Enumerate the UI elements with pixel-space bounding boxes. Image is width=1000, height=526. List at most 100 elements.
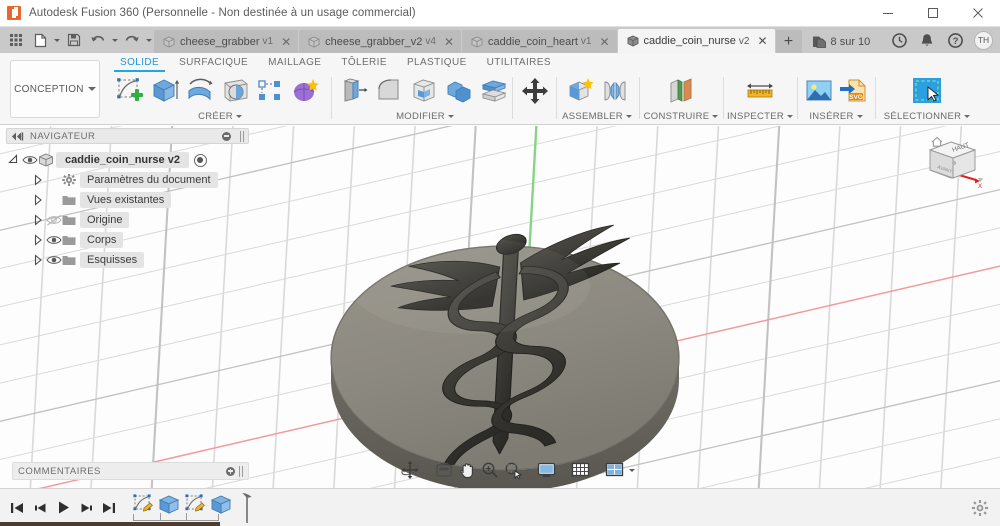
- ribbon-group-label-selectionner[interactable]: SÉLECTIONNER: [876, 110, 978, 123]
- panel-resize-grip[interactable]: [239, 465, 243, 477]
- ribbon-group-label-assembler[interactable]: ASSEMBLER: [557, 110, 637, 123]
- close-tab-icon[interactable]: ✕: [599, 36, 609, 48]
- ribbon-group-label-inspecter[interactable]: INSPECTER: [724, 110, 796, 123]
- job-status-clock-icon[interactable]: [886, 28, 912, 52]
- ribbon-tab-tolerie[interactable]: TÔLERIE: [331, 53, 397, 72]
- ribbon-group-label-inserer[interactable]: INSÉRER: [798, 110, 874, 123]
- ribbon-tab-utilitaires[interactable]: UTILITAIRES: [477, 53, 561, 72]
- browser-item-bodies[interactable]: Corps: [6, 230, 249, 250]
- help-question-icon[interactable]: ?: [942, 28, 968, 52]
- viewports-caret-icon[interactable]: [627, 459, 636, 481]
- file-icon[interactable]: [28, 28, 52, 52]
- offset-face-icon[interactable]: [477, 74, 511, 108]
- collapsed-arrow-icon[interactable]: [32, 174, 44, 186]
- press-pull-icon[interactable]: [337, 74, 371, 108]
- ribbon-group-label-creer[interactable]: CRÉER: [108, 110, 332, 123]
- document-tab-1[interactable]: cheese_grabber_v2 v4 ✕: [299, 30, 462, 53]
- undo-icon[interactable]: [86, 28, 110, 52]
- sphere-icon[interactable]: [218, 74, 252, 108]
- skip-end-icon[interactable]: [102, 500, 116, 516]
- minimize-panel-icon[interactable]: [222, 131, 231, 141]
- create-sketch-icon[interactable]: [113, 74, 147, 108]
- home-icon[interactable]: [931, 136, 943, 147]
- redo-caret-icon[interactable]: [144, 28, 154, 52]
- grid-caret-icon[interactable]: [593, 459, 602, 481]
- save-icon[interactable]: [62, 28, 86, 52]
- collapsed-arrow-icon[interactable]: [32, 194, 44, 206]
- look-at-icon[interactable]: [433, 459, 455, 481]
- pan-hand-icon[interactable]: [456, 459, 478, 481]
- timeline-settings-gear-icon[interactable]: [972, 499, 988, 516]
- joint-icon[interactable]: [598, 74, 632, 108]
- eye-visible-icon[interactable]: [46, 253, 62, 267]
- workspace-selector[interactable]: CONCEPTION: [10, 60, 100, 118]
- close-tab-icon[interactable]: ✕: [444, 36, 454, 48]
- close-icon[interactable]: [955, 0, 1000, 27]
- zoom-icon[interactable]: [479, 459, 501, 481]
- viewports-icon[interactable]: [603, 459, 626, 481]
- timeline-feature-sketch-1[interactable]: [131, 493, 155, 515]
- shell-icon[interactable]: [407, 74, 441, 108]
- zoom-fit-icon[interactable]: [502, 459, 524, 481]
- eye-visible-icon[interactable]: [22, 153, 38, 167]
- timeline-feature-sketch-2[interactable]: [183, 493, 207, 515]
- form-create-icon[interactable]: [288, 74, 322, 108]
- undo-caret-icon[interactable]: [110, 28, 120, 52]
- document-tab-0[interactable]: cheese_grabber v1 ✕: [154, 30, 299, 53]
- collapse-left-icon[interactable]: [11, 132, 24, 141]
- collapsed-arrow-icon[interactable]: [32, 234, 44, 246]
- browser-item-sketches[interactable]: Esquisses: [6, 250, 249, 270]
- step-forward-icon[interactable]: [79, 500, 93, 516]
- view-cube-body[interactable]: HAUT AVANT: [928, 141, 977, 179]
- redo-icon[interactable]: [120, 28, 144, 52]
- avatar[interactable]: TH: [974, 30, 993, 50]
- close-tab-icon[interactable]: ✕: [281, 36, 291, 48]
- comments-panel[interactable]: COMMENTAIRES: [12, 462, 249, 480]
- timeline-feature-extrude-2[interactable]: [209, 493, 233, 515]
- play-icon[interactable]: [56, 500, 70, 516]
- pattern-icon[interactable]: [253, 74, 287, 108]
- collapsed-arrow-icon[interactable]: [32, 214, 44, 226]
- timeline-feature-extrude-1[interactable]: [157, 493, 181, 515]
- grid-apps-icon[interactable]: [4, 28, 28, 52]
- combine-icon[interactable]: [442, 74, 476, 108]
- fillet-icon[interactable]: [372, 74, 406, 108]
- grid-icon[interactable]: [569, 459, 592, 481]
- ribbon-group-label-modifier[interactable]: MODIFIER: [332, 110, 518, 123]
- browser-header[interactable]: NAVIGATEUR: [6, 128, 249, 144]
- expand-panel-icon[interactable]: [226, 466, 235, 476]
- close-tab-icon[interactable]: ✕: [757, 35, 767, 47]
- file-menu-caret-icon[interactable]: [52, 28, 62, 52]
- ribbon-group-label-construire[interactable]: CONSTRUIRE: [640, 110, 722, 123]
- display-caret-icon[interactable]: [559, 459, 568, 481]
- browser-root-row[interactable]: caddie_coin_nurse v2: [6, 150, 249, 170]
- document-tab-2[interactable]: caddie_coin_heart v1 ✕: [462, 30, 617, 53]
- maximize-icon[interactable]: [910, 0, 955, 27]
- viewport-canvas[interactable]: NAVIGATEUR caddie_coin_nurse v2 Paramètr…: [0, 126, 1000, 488]
- notifications-bell-icon[interactable]: [914, 28, 940, 52]
- panel-resize-grip[interactable]: [240, 130, 244, 142]
- activate-radio-icon[interactable]: [193, 153, 207, 167]
- eye-visible-icon[interactable]: [46, 233, 62, 247]
- ribbon-tab-solide[interactable]: SOLIDE: [110, 53, 169, 72]
- document-tab-3[interactable]: caddie_coin_nurse v2 ✕: [617, 29, 775, 53]
- move-copy-icon[interactable]: [518, 74, 552, 108]
- ribbon-tab-surfacique[interactable]: SURFACIQUE: [169, 53, 258, 72]
- eye-hidden-icon[interactable]: [46, 213, 62, 227]
- minimize-icon[interactable]: [865, 0, 910, 27]
- revolve-icon[interactable]: [183, 74, 217, 108]
- timeline-end-marker[interactable]: [241, 492, 253, 523]
- orbit-icon[interactable]: [398, 459, 422, 481]
- skip-start-icon[interactable]: [10, 500, 24, 516]
- new-component-icon[interactable]: [563, 74, 597, 108]
- browser-item-origin[interactable]: Origine: [6, 210, 249, 230]
- editable-documents-quota[interactable]: 8 sur 10: [804, 30, 879, 53]
- insert-svg-icon[interactable]: SVG: [837, 74, 870, 108]
- ribbon-tab-maillage[interactable]: MAILLAGE: [258, 53, 331, 72]
- zoom-fit-caret-icon[interactable]: [525, 459, 534, 481]
- insert-image-icon[interactable]: [803, 74, 836, 108]
- extrude-icon[interactable]: [148, 74, 182, 108]
- view-cube[interactable]: Z X HAUT AVANT: [908, 130, 994, 200]
- browser-item-document-settings[interactable]: Paramètres du document: [6, 170, 249, 190]
- ribbon-tab-plastique[interactable]: PLASTIQUE: [397, 53, 477, 72]
